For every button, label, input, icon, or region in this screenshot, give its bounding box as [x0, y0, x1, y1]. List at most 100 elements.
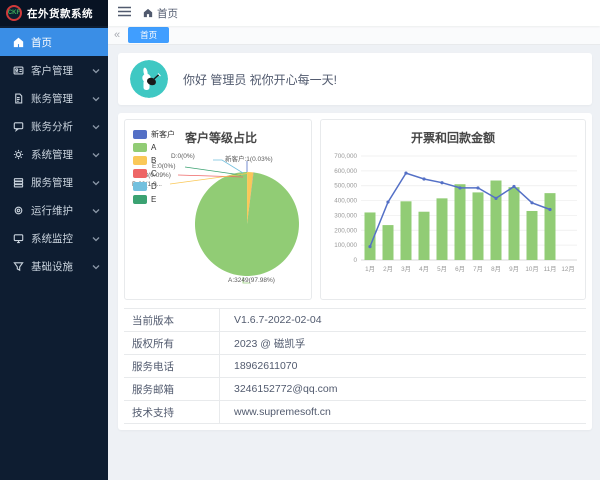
tab-bar: « 首页: [108, 26, 600, 45]
sidebar-item-label: 账务管理: [31, 91, 85, 106]
svg-text:500,000: 500,000: [334, 183, 357, 190]
gear-icon: [12, 148, 24, 160]
info-value: 3246152772@qq.com: [220, 383, 338, 395]
legend-swatch: [133, 195, 147, 204]
legend-swatch: [133, 169, 147, 178]
svg-text:2月: 2月: [383, 265, 393, 273]
sidebar-item-6[interactable]: 运行维护: [0, 196, 108, 224]
svg-text:400,000: 400,000: [334, 198, 357, 205]
chevron-down-icon: [92, 122, 100, 130]
svg-text:200,000: 200,000: [334, 227, 357, 234]
svg-text:0: 0: [353, 257, 357, 264]
monitor-icon: [12, 232, 24, 244]
legend-label: A: [151, 143, 156, 152]
funnel-icon: [12, 260, 24, 272]
sidebar-menu: 首页客户管理账务管理账务分析系统管理服务管理运行维护系统监控基础设施: [0, 26, 108, 480]
app-window: CKF 在外货款系统 首页客户管理账务管理账务分析系统管理服务管理运行维护系统监…: [0, 0, 600, 480]
greeting-card: 你好 管理员 祝你开心每一天!: [118, 53, 592, 105]
breadcrumb[interactable]: 首页: [143, 6, 178, 21]
home-icon: [12, 36, 24, 48]
svg-text:10月: 10月: [525, 265, 538, 273]
chevron-down-icon: [92, 234, 100, 242]
sidebar-item-label: 服务管理: [31, 175, 85, 190]
info-row-4: 技术支持www.supremesoft.cn: [124, 400, 586, 423]
app-title: 在外货款系统: [27, 6, 93, 21]
sidebar: CKF 在外货款系统 首页客户管理账务管理账务分析系统管理服务管理运行维护系统监…: [0, 0, 108, 480]
chevron-down-icon: [92, 206, 100, 214]
info-value: www.supremesoft.cn: [220, 406, 331, 418]
breadcrumb-label: 首页: [157, 6, 178, 21]
greeting-text: 你好 管理员 祝你开心每一天!: [183, 71, 337, 88]
svg-text:11月: 11月: [544, 265, 557, 273]
chevron-down-icon: [92, 94, 100, 102]
info-label: 当前版本: [124, 309, 220, 331]
topbar: 首页: [108, 0, 600, 26]
sidebar-item-label: 基础设施: [31, 259, 85, 274]
sidebar-item-0[interactable]: 首页: [0, 28, 108, 56]
bar-chart-title: 开票和回款金额: [321, 129, 585, 146]
info-row-1: 版权所有2023 @ 磁凯孚: [124, 331, 586, 354]
sidebar-item-label: 运行维护: [31, 203, 85, 218]
collapse-tabs-icon[interactable]: «: [114, 30, 120, 41]
info-row-3: 服务邮箱3246152772@qq.com: [124, 377, 586, 400]
pie-label-new: 新客户:1(0.03%): [225, 153, 273, 163]
legend-item-B[interactable]: B: [133, 154, 175, 167]
legend-item-A[interactable]: A: [133, 141, 175, 154]
info-label: 服务电话: [124, 355, 220, 377]
legend-swatch: [133, 182, 147, 191]
legend-item-D[interactable]: D: [133, 180, 175, 193]
document-icon: [12, 92, 24, 104]
sidebar-item-5[interactable]: 服务管理: [0, 168, 108, 196]
sidebar-item-label: 账务分析: [31, 119, 85, 134]
svg-text:100,000: 100,000: [334, 242, 357, 249]
info-row-2: 服务电话18962611070: [124, 354, 586, 377]
chevron-down-icon: [92, 262, 100, 270]
sidebar-item-label: 首页: [31, 35, 100, 50]
sidebar-item-8[interactable]: 基础设施: [0, 252, 108, 280]
bar-line-chart[interactable]: 0100,000200,000300,000400,000500,000600,…: [321, 120, 585, 299]
info-value: V1.6.7-2022-02-04: [220, 314, 322, 326]
tab-home[interactable]: 首页: [128, 27, 169, 43]
hamburger-menu-icon[interactable]: [118, 4, 131, 22]
home-icon: [143, 8, 153, 18]
main-area: 首页 « 首页: [108, 0, 600, 480]
sidebar-item-label: 客户管理: [31, 63, 85, 78]
legend-item-新客户[interactable]: 新客户: [133, 128, 175, 141]
ring-icon: [12, 204, 24, 216]
app-logo-icon: CKF: [6, 5, 22, 21]
sidebar-item-7[interactable]: 系统监控: [0, 224, 108, 252]
info-label: 服务邮箱: [124, 378, 220, 400]
system-info-table: 当前版本V1.6.7-2022-02-04版权所有2023 @ 磁凯孚服务电话1…: [124, 308, 586, 424]
svg-text:1月: 1月: [365, 265, 375, 273]
svg-text:300,000: 300,000: [334, 212, 357, 219]
sidebar-item-1[interactable]: 客户管理: [0, 56, 108, 84]
chevron-down-icon: [92, 178, 100, 186]
pie-legend: 新客户 ABCDE: [133, 128, 175, 206]
legend-label: B: [151, 156, 156, 165]
bar-chart-card: 开票和回款金额 0 100,000 200,000 300,000 400,000 500…: [320, 119, 586, 300]
dashboard-panel: 客户等级占比 新客户ABCDE D:0(0%) 新客户:1(0.03%) E:0…: [118, 113, 592, 430]
pie-label-A: A:3249(97.98%): [228, 277, 275, 284]
avatar: [130, 60, 168, 98]
svg-text:4月: 4月: [419, 265, 429, 273]
svg-text:3月: 3月: [401, 265, 411, 273]
sidebar-item-3[interactable]: 账务分析: [0, 112, 108, 140]
sidebar-item-label: 系统监控: [31, 231, 85, 246]
svg-text:9月: 9月: [509, 265, 519, 273]
sidebar-item-2[interactable]: 账务管理: [0, 84, 108, 112]
info-row-0: 当前版本V1.6.7-2022-02-04: [124, 308, 586, 331]
legend-item-E[interactable]: E: [133, 193, 175, 206]
chevron-down-icon: [92, 150, 100, 158]
legend-swatch: [133, 156, 147, 165]
svg-text:8月: 8月: [491, 265, 501, 273]
sidebar-item-4[interactable]: 系统管理: [0, 140, 108, 168]
pie-chart-title: 客户等级占比: [185, 129, 257, 146]
svg-text:700,000: 700,000: [334, 153, 357, 160]
legend-item-C[interactable]: C: [133, 167, 175, 180]
pie-chart-card: 客户等级占比 新客户ABCDE D:0(0%) 新客户:1(0.03%) E:0…: [124, 119, 312, 300]
svg-text:6月: 6月: [455, 265, 465, 273]
chevron-down-icon: [92, 66, 100, 74]
legend-label: E: [151, 195, 156, 204]
info-value: 18962611070: [220, 360, 297, 372]
svg-text:7月: 7月: [473, 265, 483, 273]
